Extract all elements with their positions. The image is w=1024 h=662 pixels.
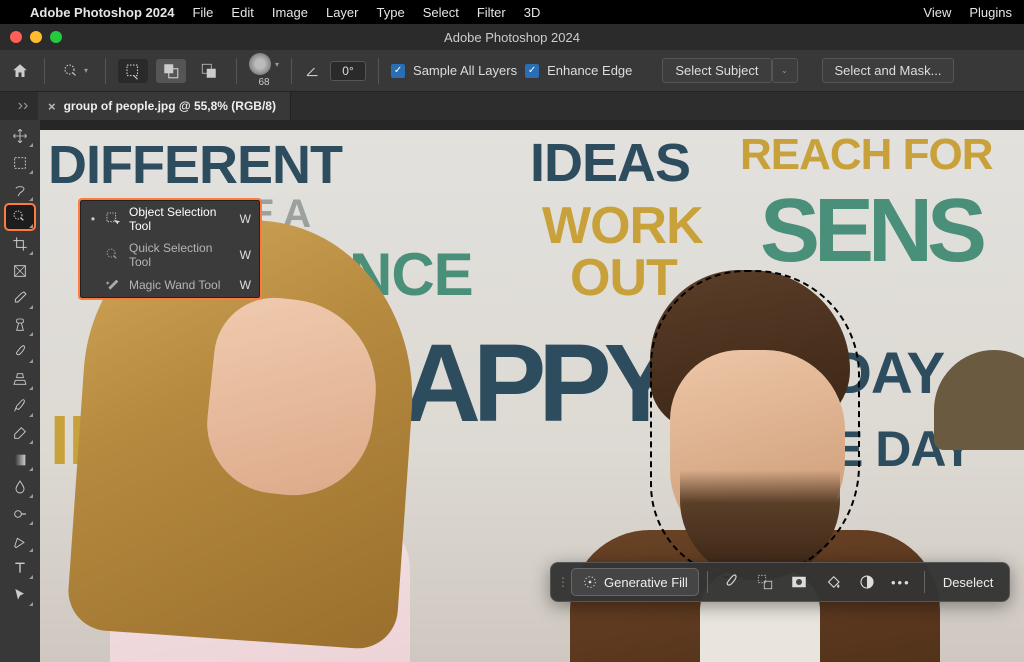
brush-size-label: 68 — [258, 77, 269, 88]
menu-select[interactable]: Select — [423, 5, 459, 20]
magic-wand-icon — [105, 277, 121, 293]
options-bar: ▾ ▾ 68 ✓ Sample All Layers ✓ Enhance Edg… — [0, 50, 1024, 92]
select-and-mask-button[interactable]: Select and Mask... — [822, 58, 955, 83]
macos-menubar: Adobe Photoshop 2024 File Edit Image Lay… — [0, 0, 1024, 24]
select-subject-dropdown[interactable]: ⌄ — [772, 58, 798, 83]
tool-preset-picker[interactable]: ▾ — [57, 59, 93, 83]
path-selection-tool[interactable] — [6, 583, 34, 607]
ctb-more-icon[interactable]: ••• — [886, 568, 916, 596]
traffic-minimize-button[interactable] — [30, 31, 42, 43]
ctb-fill-icon[interactable] — [818, 568, 848, 596]
menu-file[interactable]: File — [192, 5, 213, 20]
lasso-tool[interactable] — [6, 178, 34, 202]
window-titlebar: Adobe Photoshop 2024 — [0, 24, 1024, 50]
close-tab-button[interactable]: × — [48, 99, 56, 114]
brush-preset-picker[interactable]: ▾ 68 — [249, 53, 279, 88]
traffic-close-button[interactable] — [10, 31, 22, 43]
quick-selection-icon — [105, 247, 121, 263]
eyedropper-tool[interactable] — [6, 286, 34, 310]
select-subject-button[interactable]: Select Subject — [662, 58, 771, 83]
brush-preview-icon — [249, 53, 271, 75]
home-button[interactable] — [8, 59, 32, 83]
drag-grip-icon[interactable]: ⋮⋮ — [557, 575, 567, 589]
move-tool[interactable] — [6, 124, 34, 148]
object-selection-tool[interactable] — [6, 205, 34, 229]
menu-layer[interactable]: Layer — [326, 5, 359, 20]
crop-tool[interactable] — [6, 232, 34, 256]
chevron-down-icon: ⌄ — [781, 66, 788, 75]
menu-image[interactable]: Image — [272, 5, 308, 20]
history-brush-tool[interactable] — [6, 394, 34, 418]
menu-type[interactable]: Type — [377, 5, 405, 20]
brush-tool[interactable] — [6, 340, 34, 364]
flyout-quick-selection-tool[interactable]: Quick Selection Tool W — [81, 237, 259, 273]
menu-edit[interactable]: Edit — [231, 5, 253, 20]
document-tab[interactable]: × group of people.jpg @ 55,8% (RGB/8) — [38, 92, 291, 120]
marquee-tool[interactable] — [6, 151, 34, 175]
tool-flyout-menu: • Object Selection Tool W Quick Selectio… — [80, 200, 260, 298]
deselect-button[interactable]: Deselect — [933, 570, 1004, 595]
object-selection-icon — [105, 211, 121, 227]
flyout-magic-wand-tool[interactable]: Magic Wand Tool W — [81, 273, 259, 297]
enhance-edge-label: Enhance Edge — [547, 63, 632, 78]
document-tabbar: ›› × group of people.jpg @ 55,8% (RGB/8) — [0, 92, 1024, 120]
generative-fill-icon — [582, 574, 598, 590]
document-tab-label: group of people.jpg @ 55,8% (RGB/8) — [64, 99, 276, 113]
ctb-modify-selection-icon[interactable] — [750, 568, 780, 596]
menu-filter[interactable]: Filter — [477, 5, 506, 20]
active-selection-marquee — [650, 270, 860, 580]
pen-tool[interactable] — [6, 529, 34, 553]
dodge-tool[interactable] — [6, 502, 34, 526]
ctb-brush-icon[interactable] — [716, 568, 746, 596]
angle-icon — [304, 62, 322, 80]
tools-panel — [0, 120, 40, 662]
menu-plugins[interactable]: Plugins — [969, 5, 1012, 20]
menu-3d[interactable]: 3D — [524, 5, 541, 20]
eraser-tool[interactable] — [6, 421, 34, 445]
generative-fill-button[interactable]: Generative Fill — [571, 568, 699, 596]
chevron-down-icon: ▾ — [84, 66, 88, 75]
ctb-adjustments-icon[interactable] — [852, 568, 882, 596]
traffic-zoom-button[interactable] — [50, 31, 62, 43]
selection-mode-new[interactable] — [118, 59, 148, 83]
selection-mode-subtract[interactable] — [194, 59, 224, 83]
window-title: Adobe Photoshop 2024 — [444, 30, 580, 45]
clone-stamp-tool[interactable] — [6, 367, 34, 391]
selection-mode-add[interactable] — [156, 59, 186, 83]
sample-all-layers-label: Sample All Layers — [413, 63, 517, 78]
brush-angle-input[interactable] — [330, 61, 366, 81]
healing-brush-tool[interactable] — [6, 313, 34, 337]
frame-tool[interactable] — [6, 259, 34, 283]
person-hat — [934, 350, 1024, 450]
type-tool[interactable] — [6, 556, 34, 580]
sample-all-layers-checkbox[interactable]: ✓ — [391, 64, 405, 78]
expand-panels-button[interactable]: ›› — [8, 92, 38, 120]
workspace: DIFFERENT IDEAS REACH FOR MAKE A WORK OU… — [0, 120, 1024, 662]
ctb-mask-icon[interactable] — [784, 568, 814, 596]
canvas-area[interactable]: DIFFERENT IDEAS REACH FOR MAKE A WORK OU… — [40, 120, 1024, 662]
menubar-app-name[interactable]: Adobe Photoshop 2024 — [30, 5, 174, 20]
menu-view[interactable]: View — [923, 5, 951, 20]
enhance-edge-checkbox[interactable]: ✓ — [525, 64, 539, 78]
chevron-down-icon: ▾ — [275, 60, 279, 69]
gradient-tool[interactable] — [6, 448, 34, 472]
blur-tool[interactable] — [6, 475, 34, 499]
flyout-object-selection-tool[interactable]: • Object Selection Tool W — [81, 201, 259, 237]
contextual-task-bar[interactable]: ⋮⋮ Generative Fill ••• Deselect — [550, 562, 1010, 602]
